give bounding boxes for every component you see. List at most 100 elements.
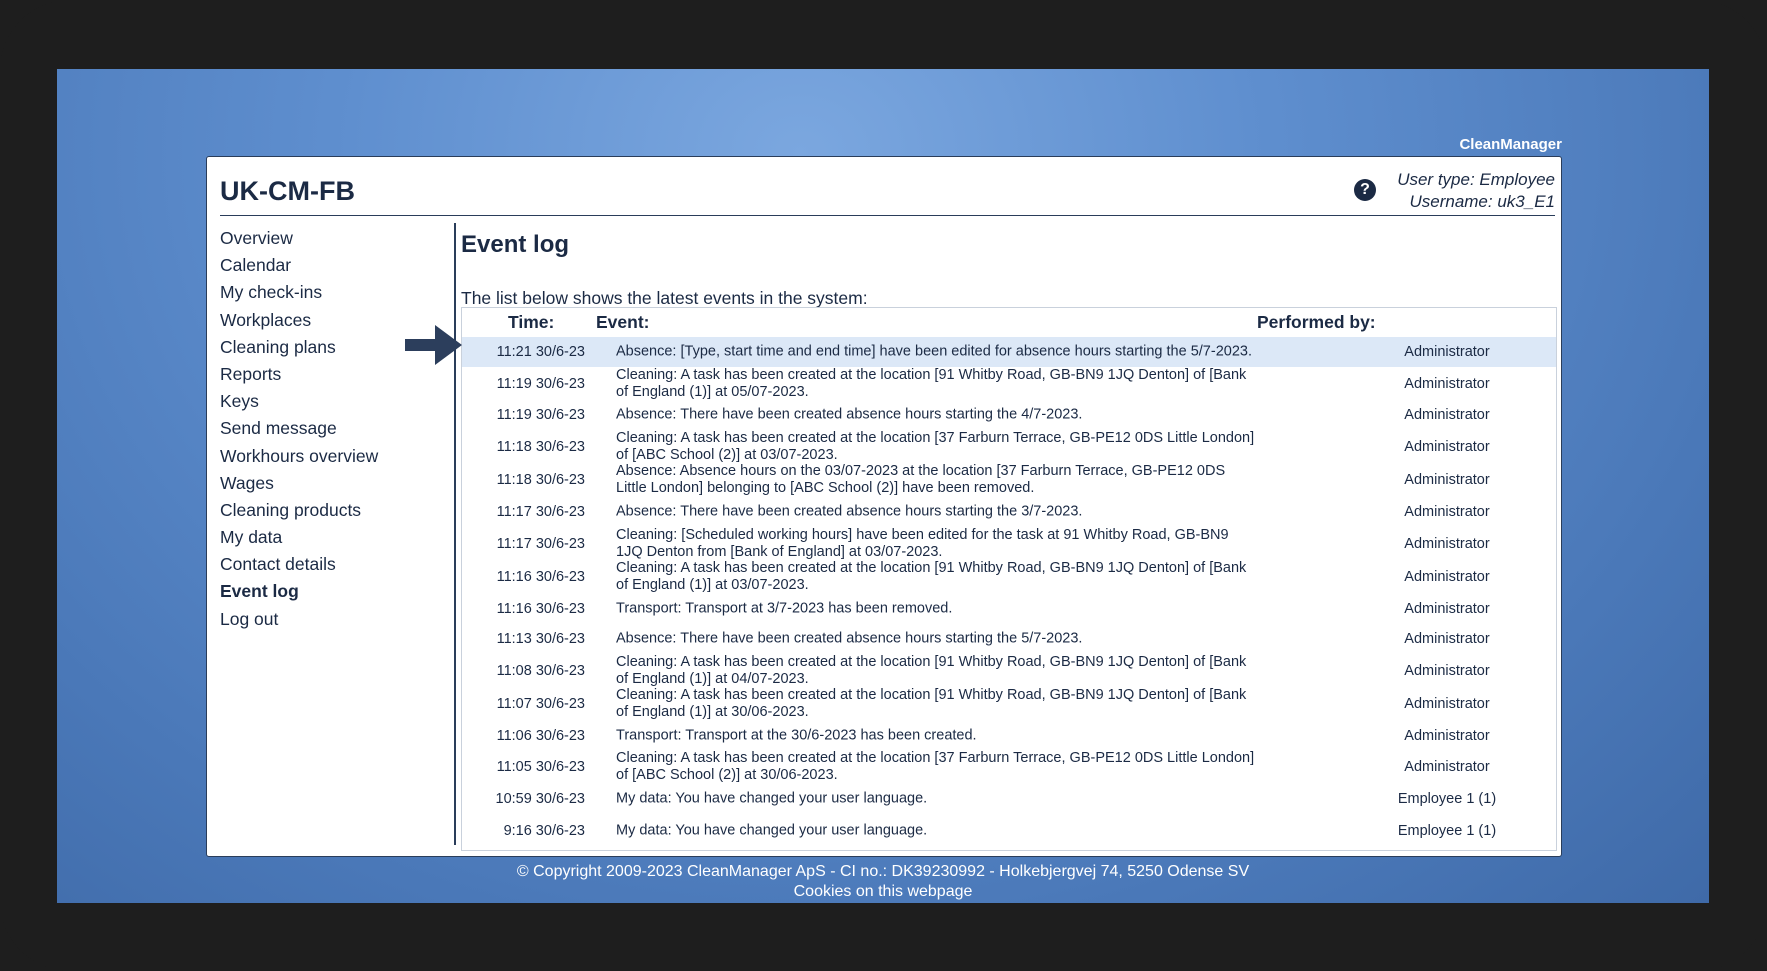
table-row[interactable]: 11:19 30/6-23 Absence: There have been cr…	[462, 400, 1556, 430]
help-circle-icon[interactable]: ?	[1354, 179, 1376, 201]
brand-name[interactable]: CleanManager	[1459, 136, 1562, 153]
header-time: Time:	[508, 312, 555, 332]
event-description: Absence: There have been created absence…	[616, 630, 1083, 647]
performed-by: Administrator	[1404, 662, 1490, 679]
event-table[interactable]: Time: Event: Performed by: 11:21 30/6-23…	[461, 307, 1557, 851]
performed-by: Administrator	[1404, 600, 1490, 617]
event-description: Cleaning: A task has been created at the…	[616, 366, 1247, 400]
performed-by: Administrator	[1404, 569, 1490, 586]
sidebar-item-workhours-overview[interactable]: Workhours overview	[220, 443, 440, 470]
main-content: Event log The list below shows the lates…	[461, 223, 1557, 851]
footer: © Copyright 2009-2023 CleanManager ApS -…	[57, 862, 1709, 902]
event-description: Cleaning: A task has been created at the…	[616, 560, 1247, 594]
page-title: Event log	[461, 231, 570, 258]
event-time: 11:16 30/6-23	[496, 600, 585, 617]
sidebar-item-wages[interactable]: Wages	[220, 470, 440, 497]
event-time: 11:05 30/6-23	[496, 759, 585, 776]
performed-by: Administrator	[1404, 630, 1490, 647]
sidebar-item-overview[interactable]: Overview	[220, 225, 440, 252]
site-title: UK-CM-FB	[220, 176, 355, 206]
event-time: 11:06 30/6-23	[496, 727, 585, 744]
sidebar-item-send-message[interactable]: Send message	[220, 415, 440, 442]
table-row[interactable]: 11:18 30/6-23 Cleaning: A task has been c…	[462, 430, 1556, 463]
event-time: 11:18 30/6-23	[496, 439, 585, 456]
event-description: Transport: Transport at 3/7-2023 has bee…	[616, 600, 953, 617]
sidebar-divider	[454, 223, 456, 845]
table-row[interactable]: 11:07 30/6-23 Cleaning: A task has been c…	[462, 687, 1556, 720]
table-row[interactable]: 11:17 30/6-23 Cleaning: [Scheduled workin…	[462, 527, 1556, 560]
cookies-link[interactable]: Cookies on this webpage	[57, 882, 1709, 902]
username: Username: uk3_E1	[1409, 192, 1555, 211]
table-row[interactable]: 11:06 30/6-23 Transport: Transport at the…	[462, 721, 1556, 751]
table-row[interactable]: 11:13 30/6-23 Absence: There have been cr…	[462, 624, 1556, 654]
table-row[interactable]: 11:08 30/6-23 Cleaning: A task has been c…	[462, 654, 1556, 687]
header-performed-by: Performed by:	[1257, 312, 1376, 332]
performed-by: Employee 1 (1)	[1397, 822, 1497, 839]
event-description: Absence: [Type, start time and end time]…	[616, 343, 1252, 360]
table-header: Time: Event: Performed by:	[462, 308, 1556, 337]
sidebar-item-event-log[interactable]: Event log	[220, 578, 440, 605]
event-time: 11:07 30/6-23	[496, 696, 585, 713]
event-time: 11:13 30/6-23	[496, 630, 585, 647]
table-row[interactable]: 9:16 30/6-23 My data: You have changed yo…	[462, 814, 1556, 847]
device-frame: CleanManager UK-CM-FB ? User type: Emplo…	[0, 0, 1767, 971]
header-divider	[220, 215, 1555, 216]
performed-by: Administrator	[1404, 439, 1490, 456]
event-description: Absence: There have been created absence…	[616, 503, 1083, 520]
performed-by: Administrator	[1404, 344, 1490, 360]
event-description: My data: You have changed your user lang…	[616, 790, 928, 807]
right-arrow-icon	[405, 325, 462, 365]
event-time: 11:19 30/6-23	[496, 407, 585, 424]
sidebar-item-my-check-ins[interactable]: My check-ins	[220, 279, 440, 306]
event-time: 11:17 30/6-23	[496, 535, 585, 552]
sidebar-item-my-data[interactable]: My data	[220, 524, 440, 551]
table-body: 11:21 30/6-23 Absence: [Type, start time …	[462, 337, 1556, 848]
performed-by: Administrator	[1404, 407, 1490, 424]
browser-viewport: CleanManager UK-CM-FB ? User type: Emplo…	[57, 69, 1709, 903]
sidebar-item-cleaning-products[interactable]: Cleaning products	[220, 497, 440, 524]
user-info: User type: Employee Username: uk3_E1	[1397, 169, 1555, 213]
table-row[interactable]: 11:05 30/6-23 Cleaning: A task has been c…	[462, 750, 1556, 784]
table-row[interactable]: 11:16 30/6-23 Transport: Transport at 3/7…	[462, 594, 1556, 624]
user-type: User type: Employee	[1397, 170, 1555, 189]
performed-by: Administrator	[1404, 696, 1490, 713]
sidebar-item-log-out[interactable]: Log out	[220, 606, 440, 633]
event-description: Cleaning: A task has been created at the…	[616, 653, 1247, 687]
copyright-text: © Copyright 2009-2023 CleanManager ApS -…	[516, 863, 1250, 880]
performed-by: Administrator	[1404, 375, 1490, 392]
event-time: 10:59 30/6-23	[495, 791, 586, 808]
event-description: Cleaning: A task has been created at the…	[616, 687, 1247, 721]
event-time: 9:16 30/6-23	[503, 822, 585, 839]
event-time: 11:08 30/6-23	[496, 662, 585, 679]
table-row[interactable]: 11:16 30/6-23 Cleaning: A task has been c…	[462, 560, 1556, 594]
table-row[interactable]: 11:19 30/6-23 Cleaning: A task has been c…	[462, 367, 1556, 400]
sidebar-nav: Overview Calendar My check-ins Workplaces Cl…	[220, 225, 440, 633]
event-description: Absence: There have been created absence…	[616, 406, 1083, 423]
event-description: Cleaning: [Scheduled working hours] have…	[616, 526, 1229, 560]
performed-by: Administrator	[1404, 759, 1490, 776]
event-time: 11:18 30/6-23	[496, 472, 585, 489]
main-panel: UK-CM-FB ? User type: Employee Username:…	[206, 156, 1562, 857]
sidebar-item-calendar[interactable]: Calendar	[220, 252, 440, 279]
performed-by: Administrator	[1404, 472, 1490, 489]
sidebar-item-contact-details[interactable]: Contact details	[220, 551, 440, 578]
sidebar-item-keys[interactable]: Keys	[220, 388, 440, 415]
table-row[interactable]: 10:59 30/6-23 My data: You have changed y…	[462, 784, 1556, 814]
performed-by: Administrator	[1404, 504, 1490, 521]
event-description: Transport: Transport at the 30/6-2023 ha…	[616, 727, 977, 744]
event-description: Cleaning: A task has been created at the…	[616, 430, 1255, 464]
event-time: 11:17 30/6-23	[496, 504, 585, 521]
event-time: 11:16 30/6-23	[496, 569, 585, 586]
event-description: Cleaning: A task has been created at the…	[616, 750, 1255, 784]
table-row[interactable]: 11:21 30/6-23 Absence: [Type, start time …	[462, 337, 1556, 367]
event-description: My data: You have changed your user lang…	[616, 822, 928, 839]
table-row[interactable]: 11:17 30/6-23 Absence: There have been cr…	[462, 497, 1556, 527]
event-time: 11:19 30/6-23	[496, 375, 585, 392]
event-time: 11:21 30/6-23	[496, 344, 585, 360]
event-description: Absence: Absence hours on the 03/07-2023…	[616, 463, 1226, 497]
header-event: Event:	[596, 312, 650, 332]
performed-by: Administrator	[1404, 727, 1490, 744]
table-row[interactable]: 11:18 30/6-23 Absence: Absence hours on t…	[462, 463, 1556, 497]
performed-by: Administrator	[1404, 535, 1490, 552]
performed-by: Employee 1 (1)	[1397, 791, 1497, 808]
